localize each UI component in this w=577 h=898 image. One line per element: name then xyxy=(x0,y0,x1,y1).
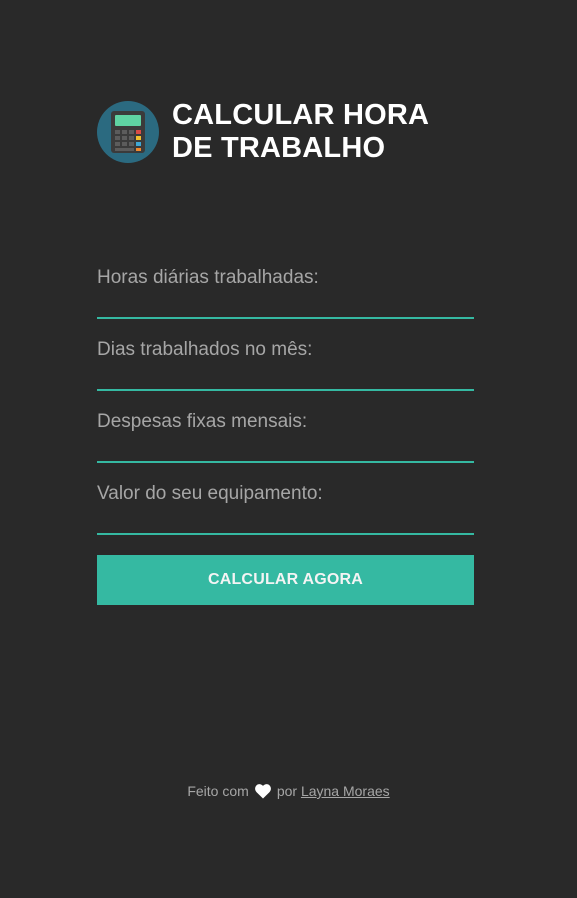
field-days-month: Dias trabalhados no mês: xyxy=(97,339,474,391)
equipment-value-input[interactable] xyxy=(97,505,474,535)
heart-icon xyxy=(254,784,271,803)
fixed-expenses-label: Despesas fixas mensais: xyxy=(97,411,308,432)
calculator-card: CALCULAR HORA DE TRABALHO Horas diárias … xyxy=(97,99,474,605)
field-fixed-expenses: Despesas fixas mensais: xyxy=(97,411,474,463)
field-daily-hours: Horas diárias trabalhadas: xyxy=(97,267,474,319)
daily-hours-input[interactable] xyxy=(97,289,474,319)
footer-prefix: Feito com xyxy=(187,783,249,799)
field-equipment-value: Valor do seu equipamento: xyxy=(97,483,474,535)
title-line-2: DE TRABALHO xyxy=(172,132,386,164)
footer: Feito com por Layna Moraes xyxy=(0,782,577,803)
calculator-icon xyxy=(97,101,159,163)
daily-hours-label: Horas diárias trabalhadas: xyxy=(97,267,319,288)
days-month-label: Dias trabalhados no mês: xyxy=(97,339,313,360)
title-line-1: CALCULAR HORA xyxy=(172,99,430,131)
hours-form: Horas diárias trabalhadas: Dias trabalha… xyxy=(97,267,474,605)
page-title: CALCULAR HORA DE TRABALHO xyxy=(172,99,429,165)
fixed-expenses-input[interactable] xyxy=(97,433,474,463)
days-month-input[interactable] xyxy=(97,361,474,391)
equipment-value-label: Valor do seu equipamento: xyxy=(97,483,323,504)
author-link[interactable]: Layna Moraes xyxy=(301,783,390,799)
calculate-button[interactable]: CALCULAR AGORA xyxy=(97,555,474,605)
footer-middle: por xyxy=(276,783,298,799)
header: CALCULAR HORA DE TRABALHO xyxy=(97,99,474,165)
